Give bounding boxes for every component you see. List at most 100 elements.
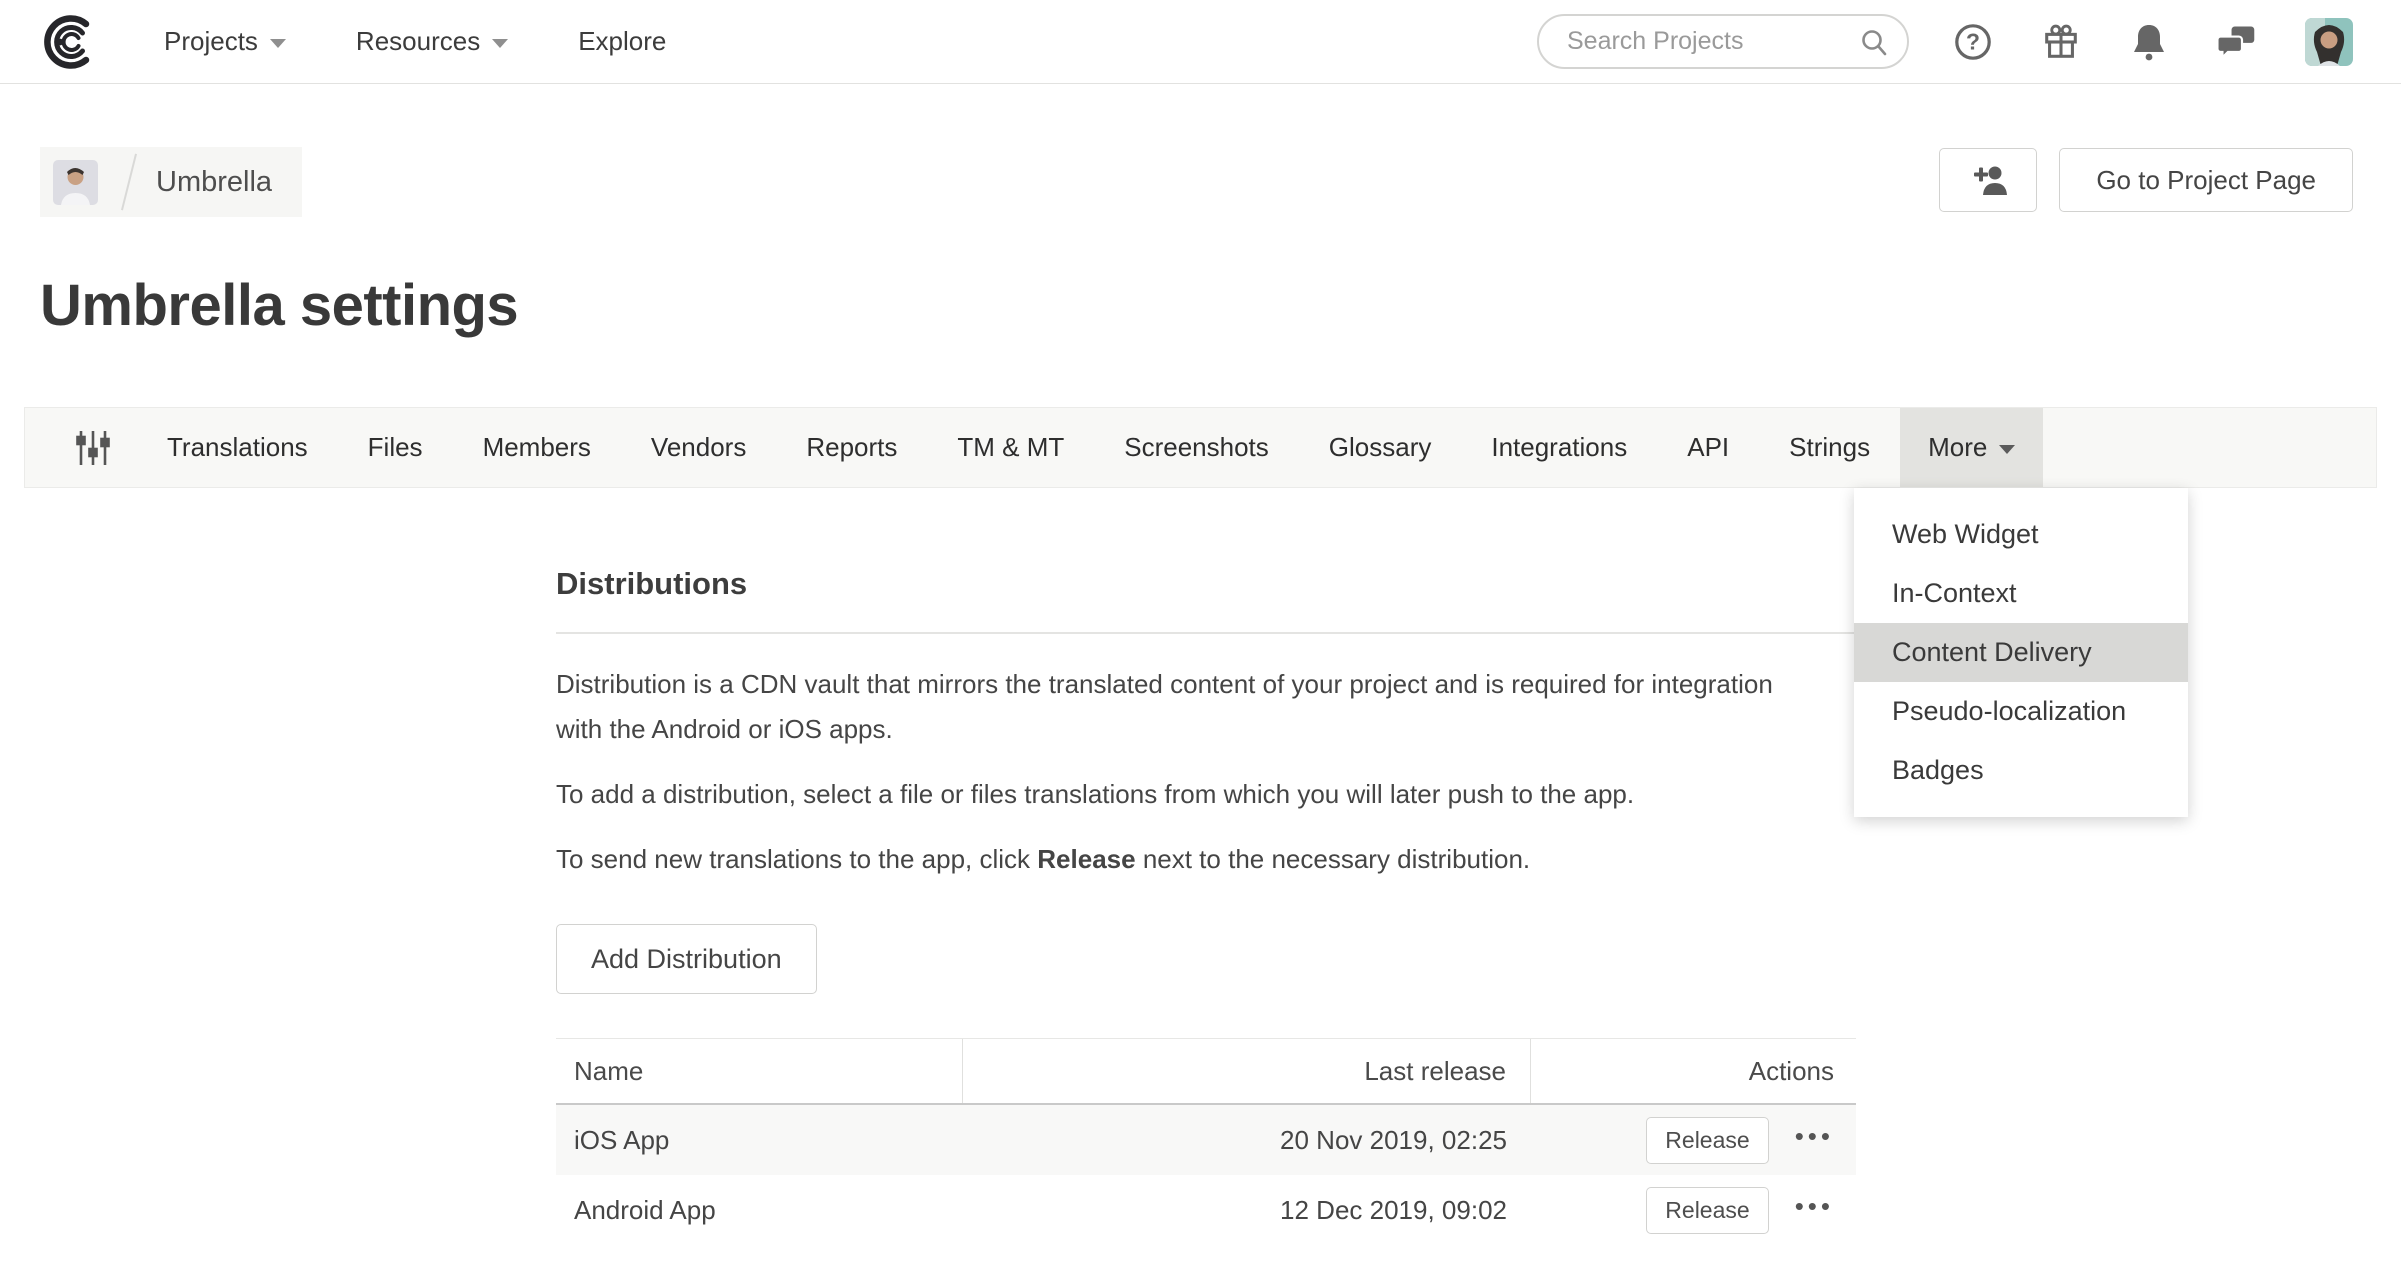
- breadcrumb[interactable]: Umbrella: [40, 147, 302, 217]
- chat-icon[interactable]: [2217, 22, 2257, 62]
- description-paragraph-1: Distribution is a CDN vault that mirrors…: [556, 662, 1826, 752]
- release-keyword: Release: [1037, 844, 1135, 874]
- last-release-date: 20 Nov 2019, 02:25: [963, 1125, 1531, 1156]
- tab-label: Screenshots: [1124, 432, 1269, 463]
- tab-members[interactable]: Members: [453, 408, 621, 487]
- nav-item-explore[interactable]: Explore: [578, 26, 666, 57]
- menu-item-badges[interactable]: Badges: [1854, 741, 2188, 800]
- add-distribution-label: Add Distribution: [591, 944, 782, 975]
- tab-label: TM & MT: [957, 432, 1064, 463]
- menu-item-content-delivery[interactable]: Content Delivery: [1854, 623, 2188, 682]
- release-button[interactable]: Release: [1646, 1187, 1768, 1234]
- more-actions-icon[interactable]: •••: [1795, 1193, 1834, 1227]
- navbar-icon-group: ?: [1953, 18, 2353, 66]
- table-row-ios-app: iOS App 20 Nov 2019, 02:25 Release •••: [556, 1105, 1856, 1175]
- tab-label: Vendors: [651, 432, 746, 463]
- release-button[interactable]: Release: [1646, 1117, 1768, 1164]
- tab-more[interactable]: More: [1900, 408, 2043, 487]
- nav-item-resources[interactable]: Resources: [356, 26, 508, 57]
- sliders-icon: [75, 428, 111, 468]
- table-header-row: Name Last release Actions: [556, 1039, 1856, 1105]
- svg-text:?: ?: [1966, 28, 1980, 54]
- main-nav: Projects Resources Explore: [164, 26, 666, 57]
- add-person-icon: [1968, 162, 2008, 198]
- more-dropdown-menu: Web Widget In-Context Content Delivery P…: [1854, 488, 2188, 817]
- tab-reports[interactable]: Reports: [776, 408, 927, 487]
- tab-tm-mt[interactable]: TM & MT: [927, 408, 1094, 487]
- distribution-name: iOS App: [556, 1125, 963, 1156]
- last-release-date: 12 Dec 2019, 09:02: [963, 1195, 1531, 1226]
- section-divider: [556, 632, 1856, 634]
- tab-more-label: More: [1928, 432, 1987, 463]
- tab-files[interactable]: Files: [338, 408, 453, 487]
- menu-item-label: Content Delivery: [1892, 637, 2092, 668]
- tab-strings[interactable]: Strings: [1759, 408, 1900, 487]
- tab-label: Translations: [167, 432, 308, 463]
- menu-item-label: Pseudo-localization: [1892, 696, 2126, 727]
- project-owner-avatar: [53, 160, 98, 205]
- tab-label: Strings: [1789, 432, 1870, 463]
- go-to-project-page-label: Go to Project Page: [2096, 165, 2316, 196]
- description-paragraph-2: To add a distribution, select a file or …: [556, 772, 1826, 817]
- menu-item-label: Web Widget: [1892, 519, 2039, 550]
- tab-label: Members: [483, 432, 591, 463]
- table-body: iOS App 20 Nov 2019, 02:25 Release ••• A…: [556, 1105, 1856, 1245]
- search-icon[interactable]: [1859, 28, 1889, 58]
- column-header-actions: Actions: [1531, 1039, 1856, 1103]
- nav-item-label: Resources: [356, 26, 480, 57]
- tab-label: API: [1687, 432, 1729, 463]
- search-box: [1537, 14, 1909, 69]
- menu-item-pseudo-localization[interactable]: Pseudo-localization: [1854, 682, 2188, 741]
- tab-label: Files: [368, 432, 423, 463]
- nav-item-label: Explore: [578, 26, 666, 57]
- tab-label: Integrations: [1491, 432, 1627, 463]
- distributions-table: Name Last release Actions iOS App 20 Nov…: [556, 1038, 1856, 1245]
- release-button-label: Release: [1665, 1127, 1749, 1154]
- tab-glossary[interactable]: Glossary: [1299, 408, 1462, 487]
- section-title: Distributions: [556, 566, 1856, 602]
- distributions-section: Distributions Distribution is a CDN vaul…: [556, 560, 1856, 1245]
- tab-integrations[interactable]: Integrations: [1461, 408, 1657, 487]
- page-actions: Go to Project Page: [1939, 148, 2353, 212]
- tab-vendors[interactable]: Vendors: [621, 408, 776, 487]
- page: Projects Resources Explore: [0, 0, 2401, 1270]
- row-actions: Release •••: [1531, 1187, 1856, 1234]
- menu-item-in-context[interactable]: In-Context: [1854, 564, 2188, 623]
- search-input[interactable]: [1567, 27, 1851, 56]
- tab-translations[interactable]: Translations: [137, 408, 338, 487]
- nav-item-projects[interactable]: Projects: [164, 26, 286, 57]
- menu-item-web-widget[interactable]: Web Widget: [1854, 505, 2188, 564]
- description-paragraph-3: To send new translations to the app, cli…: [556, 837, 1826, 882]
- invite-member-button[interactable]: [1939, 148, 2037, 212]
- breadcrumb-separator: [121, 154, 137, 211]
- tab-api[interactable]: API: [1657, 408, 1759, 487]
- release-button-label: Release: [1665, 1197, 1749, 1224]
- chevron-down-icon: [492, 39, 508, 48]
- column-header-last-release: Last release: [963, 1039, 1531, 1103]
- row-actions: Release •••: [1531, 1117, 1856, 1164]
- settings-tabbar: Translations Files Members Vendors Repor…: [24, 407, 2377, 488]
- help-icon[interactable]: ?: [1953, 22, 1993, 62]
- tab-preferences[interactable]: [51, 408, 137, 487]
- table-row-android-app: Android App 12 Dec 2019, 09:02 Release •…: [556, 1175, 1856, 1245]
- chevron-down-icon: [1999, 445, 2015, 454]
- breadcrumb-project-name: Umbrella: [156, 166, 272, 199]
- user-avatar[interactable]: [2305, 18, 2353, 66]
- menu-item-label: In-Context: [1892, 578, 2017, 609]
- logo-swirl-icon[interactable]: [40, 13, 98, 71]
- top-navbar: Projects Resources Explore: [0, 0, 2401, 84]
- bell-icon[interactable]: [2129, 22, 2169, 62]
- add-distribution-button[interactable]: Add Distribution: [556, 924, 817, 994]
- page-title: Umbrella settings: [40, 272, 518, 339]
- gift-icon[interactable]: [2041, 22, 2081, 62]
- more-actions-icon[interactable]: •••: [1795, 1123, 1834, 1157]
- column-header-name: Name: [556, 1039, 963, 1103]
- chevron-down-icon: [270, 39, 286, 48]
- distribution-name: Android App: [556, 1195, 963, 1226]
- menu-item-label: Badges: [1892, 755, 1984, 786]
- go-to-project-page-button[interactable]: Go to Project Page: [2059, 148, 2353, 212]
- nav-item-label: Projects: [164, 26, 258, 57]
- paragraph-text: next to the necessary distribution.: [1136, 844, 1531, 874]
- tab-label: Glossary: [1329, 432, 1432, 463]
- tab-screenshots[interactable]: Screenshots: [1094, 408, 1299, 487]
